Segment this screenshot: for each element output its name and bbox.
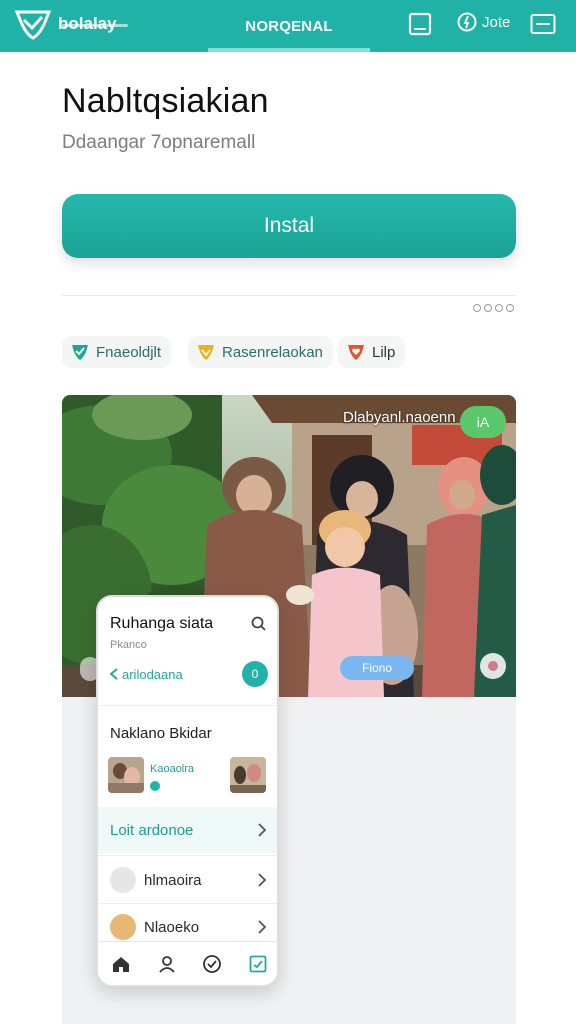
check-circle-icon[interactable] bbox=[202, 954, 222, 974]
edit-square-icon[interactable] bbox=[248, 954, 268, 974]
divider bbox=[62, 295, 516, 296]
more-options-dots[interactable] bbox=[473, 304, 514, 312]
chip-feature-1[interactable]: Fnaeoldjlt bbox=[62, 336, 172, 368]
phone-divider bbox=[98, 855, 277, 856]
chevron-right-icon bbox=[258, 920, 267, 934]
phone-link-button[interactable]: 0 bbox=[242, 661, 268, 687]
phone-row[interactable]: hlmaoira bbox=[98, 857, 277, 903]
phone-link-row[interactable]: arilodaana 0 bbox=[108, 661, 268, 687]
home-icon[interactable] bbox=[111, 954, 131, 974]
avatar bbox=[110, 867, 136, 893]
phone-row-label: Loit ardonoe bbox=[110, 821, 194, 839]
tab-active-indicator bbox=[208, 48, 370, 52]
page-subtitle: Ddaangar 7opnaremall bbox=[62, 132, 256, 153]
photo-record-button[interactable] bbox=[480, 653, 506, 679]
phone-mockup: Ruhanga siata Pkanco arilodaana 0 Naklan… bbox=[96, 595, 279, 987]
avatar bbox=[110, 914, 136, 940]
chevron-right-icon bbox=[258, 823, 267, 837]
shield-star-icon bbox=[198, 345, 214, 360]
phone-bottom-nav bbox=[98, 941, 277, 985]
phone-subtitle: Pkanco bbox=[110, 639, 147, 651]
phone-row-label: hlmaoira bbox=[144, 871, 202, 889]
top-bar: bolalay NORQENAL Jote bbox=[0, 0, 576, 52]
card-icon[interactable] bbox=[530, 12, 556, 36]
phone-title: Ruhanga siata bbox=[110, 615, 214, 632]
brand-tagline-bar bbox=[62, 24, 128, 27]
tablet-icon[interactable] bbox=[408, 12, 432, 36]
logo-shield-icon bbox=[14, 10, 52, 40]
thumbnail-badge bbox=[150, 781, 160, 791]
photo-caption: Dlabyanl.naoenn bbox=[343, 409, 456, 426]
tab-main[interactable]: NORQENAL bbox=[208, 0, 370, 52]
photo-action-button[interactable]: iA bbox=[460, 406, 506, 438]
person-icon[interactable] bbox=[157, 954, 177, 974]
thumbnail-2[interactable] bbox=[230, 757, 266, 793]
chevron-right-icon bbox=[258, 873, 267, 887]
thumbnail-1[interactable] bbox=[108, 757, 144, 793]
info-circle-icon bbox=[457, 12, 477, 32]
phone-thumbnails: Kaoaolra bbox=[108, 757, 274, 797]
phone-link: arilodaana bbox=[122, 666, 183, 682]
phone-row-label: Nlaoeko bbox=[144, 918, 200, 936]
page-title: Nabltqsiakian bbox=[62, 82, 269, 120]
heart-shield-icon bbox=[348, 345, 364, 360]
phone-section-title: Naklano Bkidar bbox=[110, 725, 212, 742]
install-button[interactable]: Instal bbox=[62, 194, 516, 258]
arrow-left-icon bbox=[109, 668, 118, 680]
chip-feature-2[interactable]: Rasenrelaokan bbox=[188, 336, 333, 368]
chip-label: Lilp bbox=[372, 343, 396, 361]
phone-row-active[interactable]: Loit ardonoe bbox=[98, 807, 277, 853]
search-icon[interactable] bbox=[250, 615, 268, 633]
chip-label: Rasenrelaokan bbox=[222, 343, 323, 361]
login-label: Jote bbox=[482, 13, 511, 31]
chip-feature-3[interactable]: Lilp bbox=[338, 336, 406, 368]
phone-divider bbox=[98, 705, 277, 706]
chip-label: Fnaeoldjlt bbox=[96, 343, 162, 361]
photo-pill-button[interactable]: Fiono bbox=[340, 656, 414, 680]
shield-check-icon bbox=[72, 345, 88, 360]
login-link[interactable]: Jote bbox=[457, 12, 510, 32]
thumbnail-label: Kaoaolra bbox=[150, 763, 195, 775]
